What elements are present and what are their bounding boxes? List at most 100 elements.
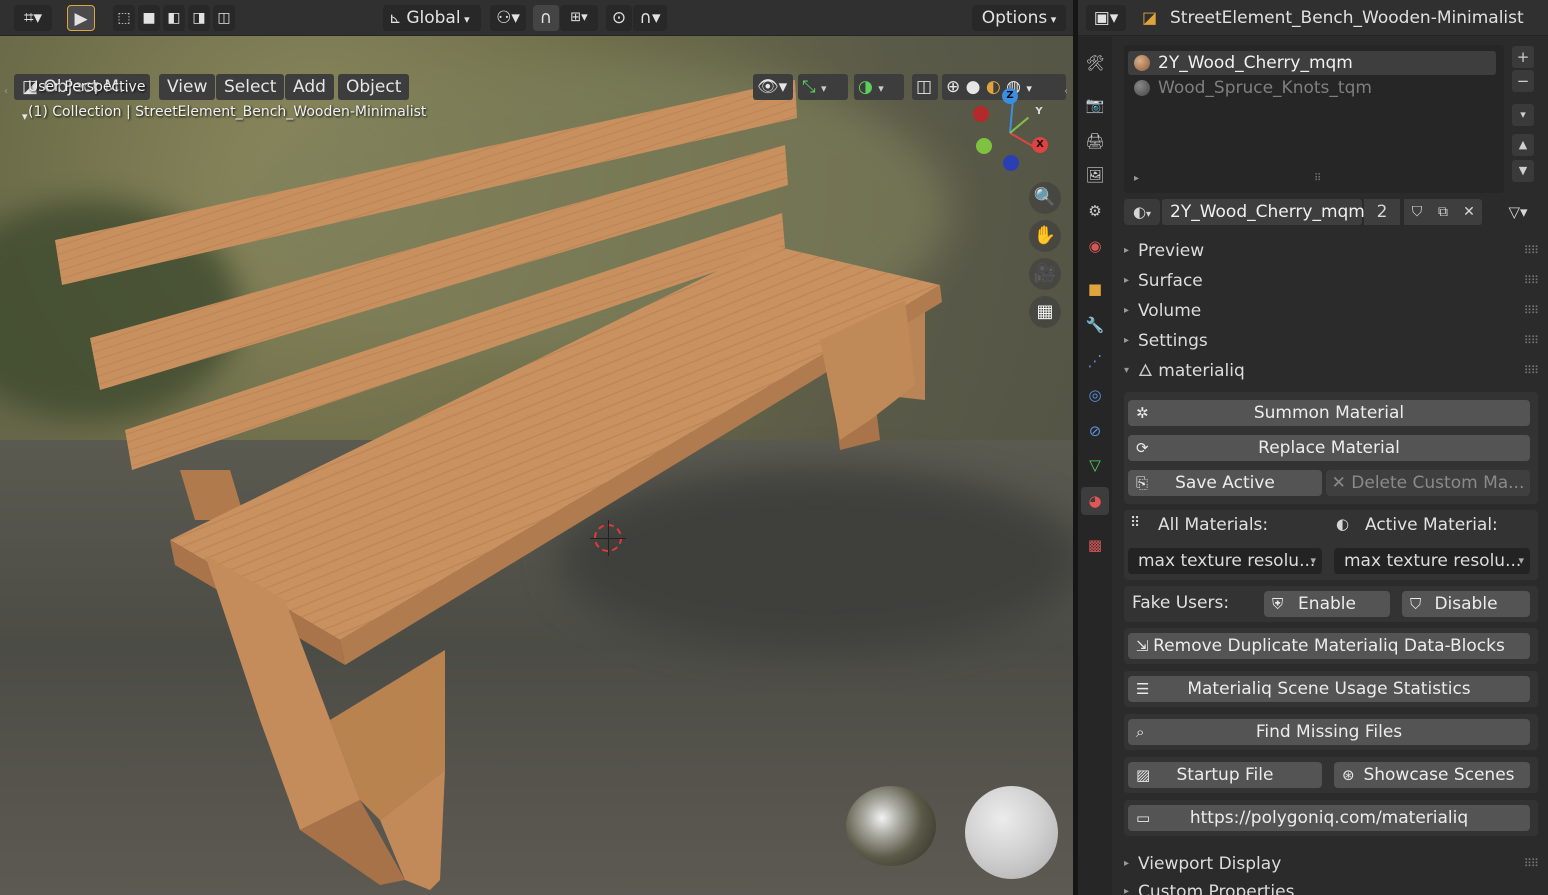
gizmo-neg-z-axis[interactable] — [1003, 155, 1019, 171]
world-tab-icon[interactable]: ◉ — [1081, 232, 1109, 260]
drag-handle-icon[interactable]: ⠿⠿ — [1524, 237, 1539, 265]
section-settings[interactable]: ▸ Settings ⠿⠿ — [1124, 327, 1539, 355]
summon-material-button[interactable]: ✲ Summon Material — [1128, 400, 1530, 426]
fake-user-icon[interactable]: ⛉ — [1404, 199, 1430, 225]
tool-tab-icon[interactable]: 🛠 — [1081, 49, 1109, 77]
section-custom-properties[interactable]: ▸ Custom Properties — [1124, 878, 1538, 895]
save-active-button[interactable]: ⎘ Save Active — [1128, 470, 1322, 496]
gizmo-x-axis[interactable]: X — [1032, 137, 1048, 153]
gizmo-neg-x-axis[interactable] — [973, 106, 989, 122]
duplicate-material-icon[interactable]: ⧉ — [1430, 199, 1456, 225]
view-layer-tab-icon[interactable]: 🖼 — [1081, 161, 1109, 189]
material-slot[interactable]: Wood_Spruce_Knots_tqm — [1128, 76, 1496, 100]
editor-type-icon[interactable]: ▣▾ — [1086, 5, 1126, 31]
section-label: Viewport Display — [1138, 854, 1282, 874]
materialiq-logo-icon: 🜂 — [1138, 361, 1159, 381]
physics-tab-icon[interactable]: ◎ — [1081, 381, 1109, 409]
section-volume[interactable]: ▸ Volume ⠿⠿ — [1124, 297, 1539, 325]
enable-fake-users-button[interactable]: ⛨ Enable — [1264, 591, 1390, 617]
perspective-toggle-icon[interactable]: ▦ — [1029, 296, 1061, 328]
select-subtract-mode-icon[interactable]: ◧ — [163, 5, 185, 31]
slot-specials-button[interactable]: ▾ — [1512, 104, 1534, 126]
remove-duplicate-datablocks-button[interactable]: ⇲ Remove Duplicate Materialiq Data-Blocks — [1128, 633, 1530, 659]
view-menu[interactable]: View — [159, 74, 216, 100]
drag-handle-icon[interactable]: ⠿⠿ — [1524, 357, 1539, 385]
section-preview[interactable]: ▸ Preview ⠿⠿ — [1124, 237, 1539, 265]
drag-handle-icon[interactable]: ⠿⠿ — [1524, 327, 1539, 355]
select-extend-mode-icon[interactable]: ■ — [138, 5, 160, 31]
drag-handle-icon[interactable]: ⠿⠿ — [1524, 297, 1539, 325]
material-name-field[interactable]: 2Y_Wood_Cherry_mqm — [1162, 199, 1365, 225]
remove-slot-button[interactable]: − — [1512, 70, 1534, 92]
collapsed-arrow-icon: ▸ — [1124, 858, 1130, 869]
falloff-icon[interactable]: ∩▾ — [633, 5, 667, 31]
editor-type-icon[interactable]: ⌗▾ — [14, 5, 52, 31]
modifier-tab-icon[interactable]: 🔧 — [1081, 311, 1109, 339]
snap-target-icon[interactable]: ⊞▾ — [560, 5, 598, 31]
website-link-button[interactable]: ▭ https://polygoniq.com/materialiq — [1128, 805, 1530, 831]
section-materialiq[interactable]: ▾ 🜂 materialiq ⠿⠿ — [1124, 357, 1539, 385]
render-tab-icon[interactable]: 📷 — [1081, 91, 1109, 119]
material-users-count[interactable]: 2 — [1364, 199, 1400, 225]
add-menu[interactable]: Add — [285, 74, 334, 100]
pivot-point-icon[interactable]: ⚇▾ — [490, 5, 526, 31]
material-browse-button[interactable]: ◐▾ — [1124, 199, 1160, 225]
material-tab-icon[interactable]: ◕ — [1081, 487, 1109, 515]
select-box-mode-icon[interactable]: ⬚ — [113, 5, 135, 31]
section-viewport-display[interactable]: ▸ Viewport Display ⠿⠿ — [1124, 850, 1539, 878]
drag-handle-icon[interactable]: ⠿⠿ — [1524, 267, 1539, 295]
particles-tab-icon[interactable]: ⋰ — [1081, 347, 1109, 375]
gizmo-z-axis[interactable]: Z — [1002, 88, 1018, 104]
proportional-edit-icon[interactable]: ⊙ — [606, 5, 632, 31]
navigation-gizmo[interactable]: Z X Y — [965, 80, 1065, 180]
unlink-material-icon[interactable]: ✕ — [1456, 199, 1482, 225]
showcase-scenes-button[interactable]: ⊛ Showcase Scenes — [1334, 762, 1530, 788]
zoom-icon[interactable]: 🔍 — [1029, 182, 1061, 214]
replace-material-button[interactable]: ⟳ Replace Material — [1128, 435, 1530, 461]
move-slot-down-button[interactable]: ▼ — [1512, 160, 1534, 182]
select-menu[interactable]: Select — [216, 74, 285, 100]
transform-orientation-dropdown[interactable]: ⊾ Global ▾ — [383, 5, 481, 31]
scene-tab-icon[interactable]: ⚙ — [1081, 197, 1109, 225]
pan-hand-icon[interactable]: ✋ — [1029, 220, 1061, 252]
gizmo-y-axis-label[interactable]: Y — [1031, 104, 1047, 120]
list-expand-icon[interactable]: ▸ — [1134, 173, 1139, 184]
active-material-resolution-dropdown[interactable]: max texture resolu... ▾ — [1334, 548, 1530, 574]
camera-view-icon[interactable]: 🎥 — [1029, 258, 1061, 290]
toolbar-collapse-icon[interactable]: ‹ — [4, 86, 8, 97]
scene-usage-statistics-button[interactable]: ☰ Materialiq Scene Usage Statistics — [1128, 676, 1530, 702]
texture-tab-icon[interactable]: ▩ — [1081, 531, 1109, 559]
section-surface[interactable]: ▸ Surface ⠿⠿ — [1124, 267, 1539, 295]
visibility-dropdown[interactable]: 👁▾ — [753, 74, 793, 100]
overlays-toggle-icon[interactable]: ◑ ▾ — [854, 74, 904, 100]
list-resize-handle-icon[interactable]: ⠿ — [1314, 173, 1321, 184]
data-tab-icon[interactable]: ▽ — [1081, 451, 1109, 479]
3d-viewport[interactable]: ⌗▾ ▶ ⬚ ■ ◧ ◨ ◫ ⊾ Global ▾ ⚇▾ ∩ ⊞▾ ⊙ ∩▾ O… — [0, 0, 1073, 895]
object-tab-icon[interactable]: ■ — [1081, 275, 1109, 303]
gizmo-toggle-icon[interactable]: ⤡ ▾ — [798, 74, 848, 100]
gizmo-neg-y-axis[interactable] — [976, 138, 992, 154]
delete-custom-material-button[interactable]: ✕ Delete Custom Ma... — [1326, 470, 1530, 496]
select-intersect-mode-icon[interactable]: ◫ — [213, 5, 235, 31]
select-tool-icon[interactable]: ▶ — [67, 5, 95, 31]
link-mode-icon[interactable]: ▽▾ — [1498, 199, 1538, 225]
constraints-tab-icon[interactable]: ⊘ — [1081, 417, 1109, 445]
wireframe-shading-icon[interactable]: ⊕ — [946, 77, 960, 97]
move-slot-up-button[interactable]: ▲ — [1512, 134, 1534, 156]
bench-model[interactable] — [0, 0, 1073, 895]
select-invert-mode-icon[interactable]: ◨ — [188, 5, 210, 31]
material-slot[interactable]: 2Y_Wood_Cherry_mqm — [1128, 51, 1496, 75]
object-menu[interactable]: Object — [338, 74, 410, 100]
find-missing-files-button[interactable]: ⌕ Find Missing Files — [1128, 719, 1530, 745]
sidebar-collapse-icon[interactable]: ‹ — [1064, 86, 1068, 97]
add-slot-button[interactable]: + — [1512, 46, 1534, 68]
disable-fake-users-button[interactable]: ⛉ Disable — [1402, 591, 1530, 617]
xray-toggle-icon[interactable]: ◫ — [912, 74, 938, 100]
material-slots-list[interactable]: 2Y_Wood_Cherry_mqm Wood_Spruce_Knots_tqm… — [1124, 45, 1504, 193]
options-dropdown[interactable]: Options ▾ — [972, 5, 1066, 31]
all-materials-resolution-dropdown[interactable]: max texture resolu... ▾ — [1128, 548, 1322, 574]
output-tab-icon[interactable]: 🖨 — [1081, 127, 1109, 155]
startup-file-button[interactable]: ▨ Startup File — [1128, 762, 1322, 788]
snap-toggle-icon[interactable]: ∩ — [533, 5, 559, 31]
drag-handle-icon[interactable]: ⠿⠿ — [1524, 850, 1539, 878]
